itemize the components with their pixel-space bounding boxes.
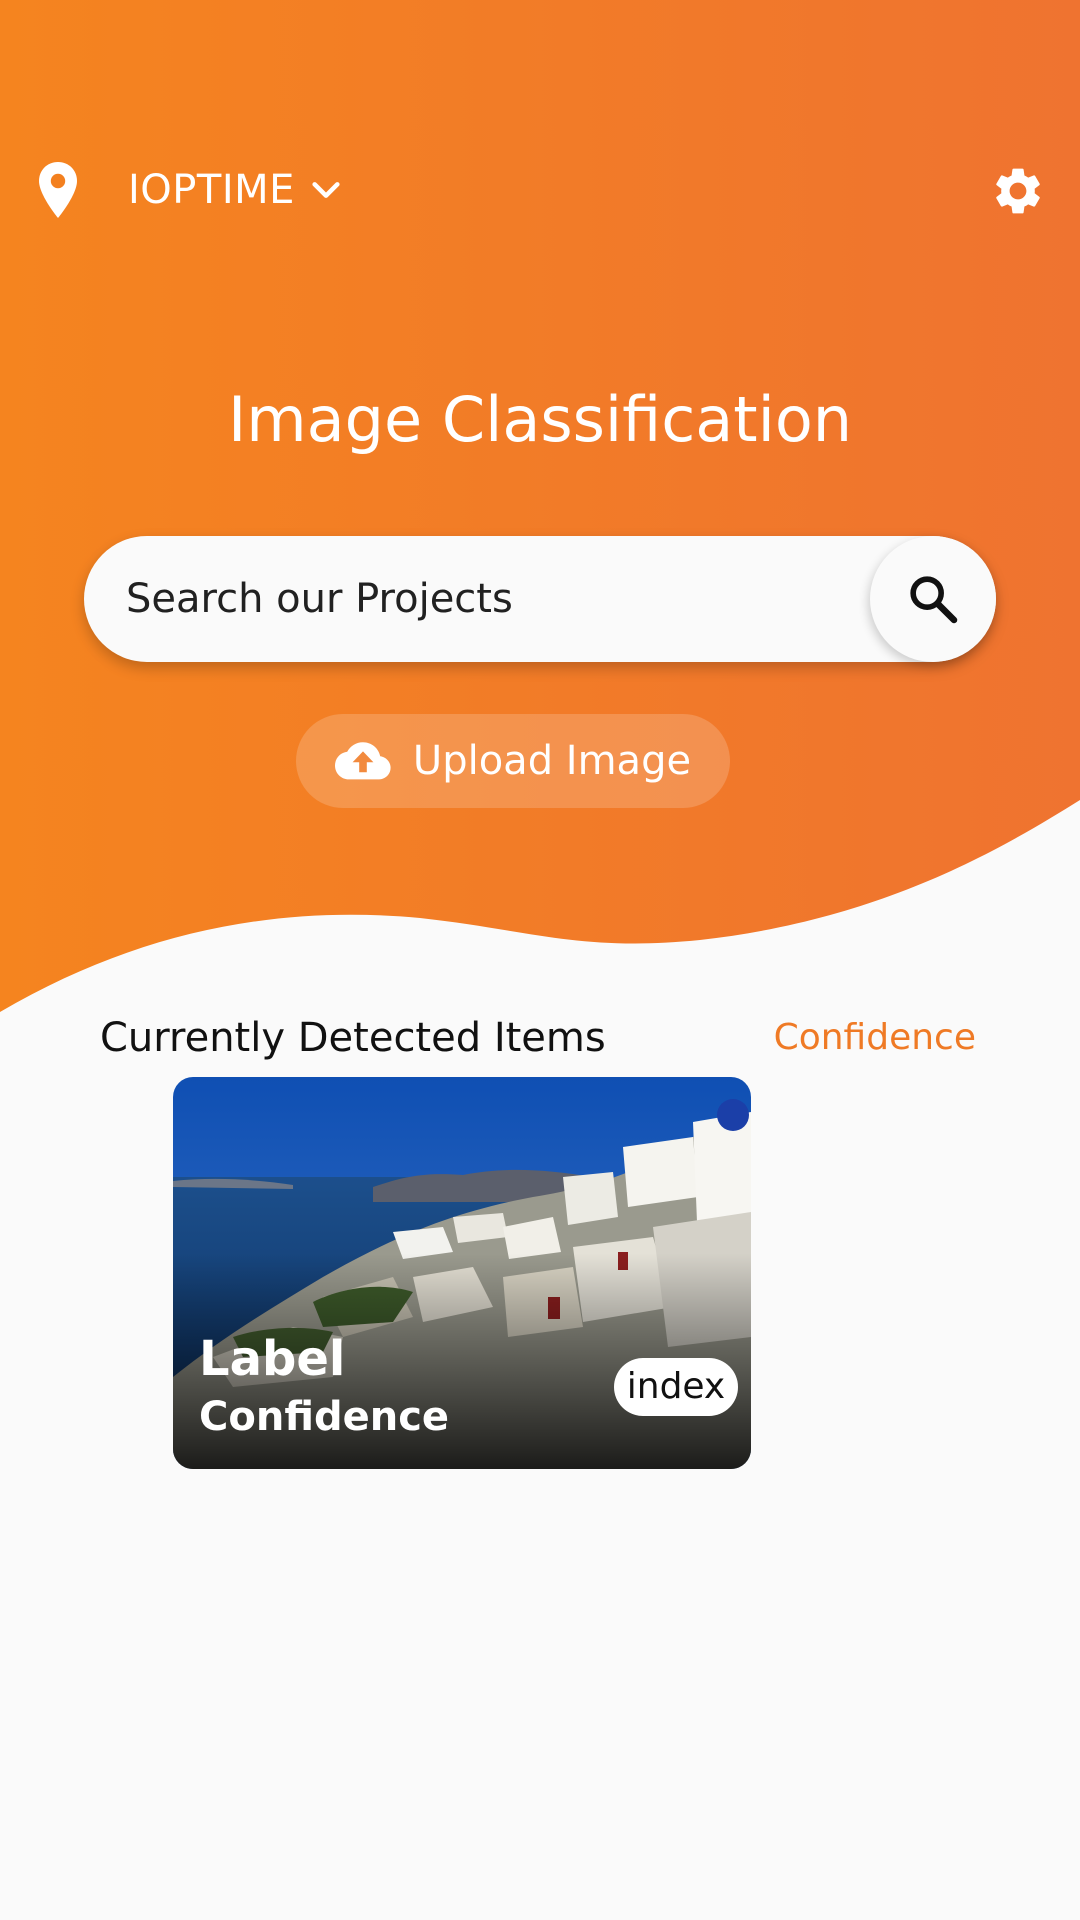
search-icon — [910, 576, 958, 624]
search-input[interactable] — [126, 536, 826, 662]
top-bar: IOPTIME — [0, 150, 1080, 230]
gear-icon[interactable] — [990, 163, 1046, 219]
page-title: Image Classification — [227, 383, 853, 456]
search-button[interactable] — [870, 536, 996, 662]
detected-item-label: Label — [199, 1331, 346, 1387]
upload-image-button[interactable]: Upload Image — [296, 714, 730, 808]
section-title: Currently Detected Items — [100, 1015, 606, 1061]
search-bar — [84, 536, 996, 662]
detected-item-confidence: Confidence — [199, 1394, 450, 1440]
detected-item-index-badge: index — [614, 1358, 738, 1416]
location-pin-icon[interactable] — [34, 160, 82, 220]
cloud-upload-icon — [334, 742, 391, 780]
app-screen: IOPTIME Image Classification Upload Imag… — [0, 0, 1080, 1920]
chevron-down-icon — [312, 182, 340, 198]
sort-by-confidence-link[interactable]: Confidence — [774, 1010, 976, 1066]
upload-image-label: Upload Image — [412, 738, 692, 784]
location-label: IOPTIME — [128, 167, 295, 213]
detected-item-card[interactable]: Label Confidence index — [173, 1077, 751, 1469]
location-selector[interactable]: IOPTIME — [128, 160, 343, 220]
